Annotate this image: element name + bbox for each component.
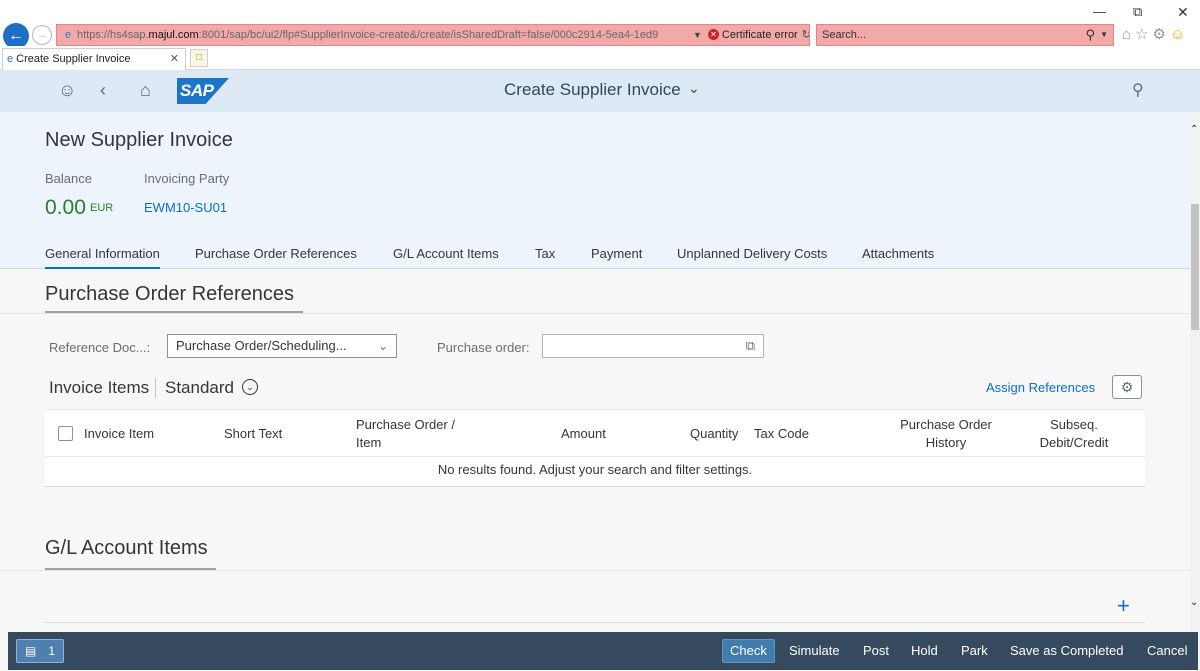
purchase-order-label: Purchase order: <box>437 340 530 355</box>
feedback-smiley-icon[interactable]: ☺ <box>1170 26 1189 43</box>
tab-purchase-order-references[interactable]: Purchase Order References <box>195 246 357 261</box>
table-header: Invoice Item Short Text Purchase Order /… <box>45 410 1145 457</box>
assign-references-link[interactable]: Assign References <box>986 380 1095 395</box>
chevron-down-icon[interactable]: ⌄ <box>378 335 388 357</box>
page-title: New Supplier Invoice <box>45 129 233 151</box>
message-count: 1 <box>48 644 56 658</box>
browser-search-placeholder: Search... <box>822 29 867 41</box>
back-icon[interactable]: ‹ <box>100 80 106 101</box>
invoice-items-title: Invoice Items <box>49 378 150 397</box>
home-icon[interactable]: ⌂ <box>1122 26 1135 43</box>
favorites-star-icon[interactable]: ☆ <box>1135 26 1152 43</box>
divider <box>0 313 1190 314</box>
tab-attachments[interactable]: Attachments <box>862 246 934 261</box>
browser-tab-active[interactable]: e Create Supplier Invoice ✕ <box>2 48 186 70</box>
search-icon[interactable]: ⚲ <box>1132 80 1144 100</box>
column-invoice-item[interactable]: Invoice Item <box>84 425 154 443</box>
tab-unplanned-delivery-costs[interactable]: Unplanned Delivery Costs <box>677 246 827 261</box>
browser-search-input[interactable]: Search... ⚲ ▼ <box>816 24 1114 46</box>
gear-icon: ⚙ <box>1120 379 1134 395</box>
browser-forward-button[interactable]: → <box>32 25 52 45</box>
add-icon[interactable]: + <box>1117 594 1130 618</box>
search-icon[interactable]: ⚲ <box>1085 25 1095 45</box>
arrow-right-icon: → <box>36 29 48 41</box>
close-tab-icon[interactable]: ✕ <box>170 49 179 69</box>
invoicing-party-value[interactable]: EWM10-SU01 <box>144 200 227 215</box>
tab-general-information[interactable]: General Information <box>45 246 160 270</box>
column-quantity[interactable]: Quantity <box>690 425 738 443</box>
check-button[interactable]: Check <box>722 639 775 663</box>
hold-button[interactable]: Hold <box>911 639 938 663</box>
browser-toolbar-icons: ⌂☆⚙☺ <box>1122 25 1189 43</box>
certificate-error-label[interactable]: Certificate error <box>722 25 798 45</box>
tab-tax[interactable]: Tax <box>535 246 555 261</box>
section-title-underline <box>45 311 303 313</box>
restore-icon[interactable]: ⧉ <box>1133 4 1142 20</box>
invoicing-party-label: Invoicing Party <box>144 171 230 186</box>
scroll-up-icon[interactable]: ⌃ <box>1190 124 1198 135</box>
section-title-underline <box>45 568 216 570</box>
cancel-button[interactable]: Cancel <box>1147 639 1187 663</box>
table-settings-button[interactable]: ⚙ <box>1112 375 1142 399</box>
column-subseq-debit-credit[interactable]: Subseq. Debit/Credit <box>1031 416 1117 452</box>
invoice-items-table: Invoice Item Short Text Purchase Order /… <box>45 409 1145 487</box>
divider <box>0 570 1190 571</box>
user-icon[interactable]: ☺ <box>58 80 76 101</box>
search-dropdown-icon[interactable]: ▼ <box>1100 25 1108 45</box>
balance-currency: EUR <box>90 202 114 214</box>
park-button[interactable]: Park <box>961 639 988 663</box>
column-tax-code[interactable]: Tax Code <box>754 425 809 443</box>
balance-label: Balance <box>45 171 92 186</box>
po-references-section-title: Purchase Order References <box>45 283 295 305</box>
ie-icon: e <box>7 53 14 65</box>
balance-value: 0.00 <box>45 196 86 219</box>
no-data-text: No results found. Adjust your search and… <box>437 462 753 477</box>
purchase-order-input[interactable]: ⧉ <box>542 334 764 358</box>
messages-button[interactable]: ▤ 1 <box>16 639 64 663</box>
browser-tab-row: e Create Supplier Invoice ✕ □ <box>0 46 1200 70</box>
reference-doc-value: Purchase Order/Scheduling... <box>176 338 347 353</box>
column-po-history[interactable]: Purchase Order History <box>893 416 999 452</box>
scrollbar-thumb[interactable] <box>1191 204 1199 330</box>
scroll-down-icon[interactable]: ⌄ <box>1190 597 1198 608</box>
footer-toolbar: ▤ 1 Check Simulate Post Hold Park Save as… <box>8 632 1198 670</box>
page-scrollbar[interactable] <box>1190 112 1200 632</box>
minimize-icon[interactable]: — <box>1093 4 1106 19</box>
column-po-item[interactable]: Purchase Order / Item <box>356 416 455 452</box>
tab-gl-account-items[interactable]: G/L Account Items <box>393 246 499 261</box>
url-text: https://hs4sap.majul.com:8001/sap/bc/ui2… <box>77 29 659 41</box>
section-tabs: General Information Purchase Order Refer… <box>0 242 1190 270</box>
refresh-icon[interactable]: ↻ <box>802 25 809 45</box>
close-window-icon[interactable]: ✕ <box>1177 4 1189 21</box>
gear-icon[interactable]: ⚙ <box>1153 26 1170 43</box>
new-tab-button[interactable]: □ <box>190 49 208 67</box>
app-title[interactable]: Create Supplier Invoice <box>504 80 681 100</box>
post-button[interactable]: Post <box>863 639 889 663</box>
reference-doc-select[interactable]: Purchase Order/Scheduling... ⌄ <box>167 334 397 358</box>
message-icon: ▤ <box>25 644 37 658</box>
column-amount[interactable]: Amount <box>561 425 606 443</box>
simulate-button[interactable]: Simulate <box>789 639 840 663</box>
tab-payment[interactable]: Payment <box>591 246 642 261</box>
certificate-error-icon: ✕ <box>707 28 719 40</box>
chevron-down-circle-icon[interactable]: ⌄ <box>242 379 258 395</box>
address-bar[interactable]: e https://hs4sap.majul.com:8001/sap/bc/ui… <box>56 24 810 46</box>
reference-doc-label: Reference Doc...: <box>49 340 151 355</box>
divider <box>45 622 1145 623</box>
variant-selector[interactable]: Standard <box>165 378 234 398</box>
chevron-down-icon[interactable]: ⌄ <box>688 80 700 97</box>
arrow-left-icon: ← <box>8 27 24 44</box>
ie-icon: e <box>64 29 72 41</box>
new-tab-icon: □ <box>195 52 203 63</box>
value-help-icon[interactable]: ⧉ <box>746 338 755 354</box>
gl-items-section-title: G/L Account Items <box>45 537 208 559</box>
browser-tab-title: Create Supplier Invoice <box>16 53 131 65</box>
address-dropdown-icon[interactable]: ▼ <box>693 25 702 45</box>
column-short-text[interactable]: Short Text <box>224 425 282 443</box>
select-all-checkbox[interactable] <box>58 426 73 441</box>
home-icon[interactable]: ⌂ <box>140 80 151 101</box>
save-as-completed-button[interactable]: Save as Completed <box>1010 639 1123 663</box>
divider <box>155 378 156 398</box>
